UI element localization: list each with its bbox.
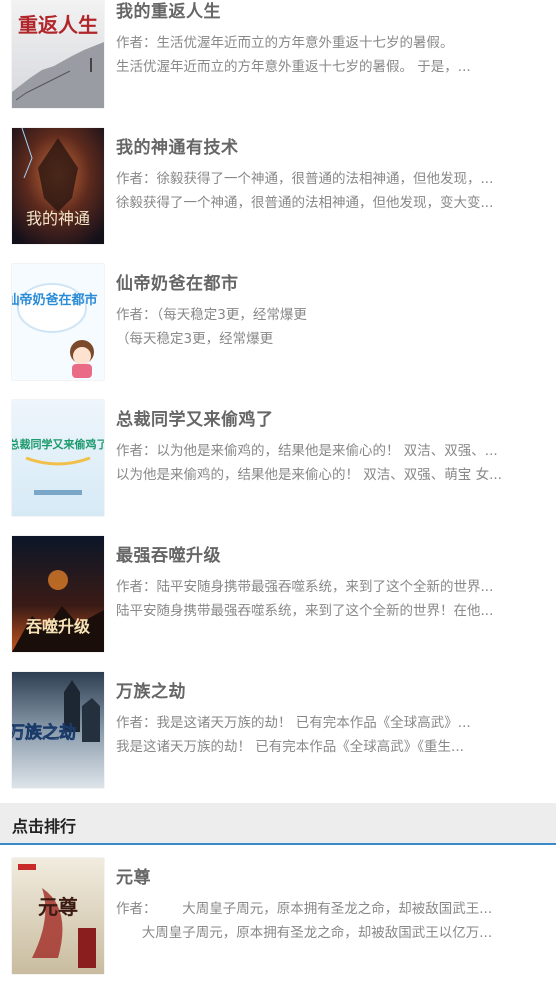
svg-text:元尊: 元尊: [38, 895, 78, 919]
book-cover[interactable]: 我的神通: [12, 128, 104, 244]
author-text: 我是这诸天万族的劫！ 已有完本作品《全球高武》...: [156, 715, 471, 731]
author-prefix: 作者：: [116, 443, 157, 459]
author-text: （每天稳定3更，经常爆更: [156, 307, 307, 323]
book-title[interactable]: 我的神通有技术: [116, 133, 239, 158]
author-prefix: 作者：: [116, 35, 157, 51]
svg-text:仙帝奶爸在都市: 仙帝奶爸在都市: [12, 292, 98, 308]
author-prefix: 作者：: [116, 715, 157, 731]
ranking-book-list: 元尊 元尊 作者： 大周皇子周元，原本拥有圣龙之命，却被敌国武王... 大周皇子…: [0, 834, 556, 974]
book-author: 作者：陆平安随身携带最强吞噬系统，来到了这个全新的世界...: [116, 575, 538, 595]
book-title[interactable]: 元尊: [116, 863, 151, 888]
book-cover[interactable]: 总裁同学又来偷鸡了: [12, 400, 104, 516]
svg-text:重返人生: 重返人生: [18, 13, 98, 37]
book-description: 生活优渥年近而立的方年意外重返十七岁的暑假。 于是，...: [116, 59, 471, 75]
book-item[interactable]: 仙帝奶爸在都市 仙帝奶爸在都市 作者：（每天稳定3更，经常爆更 （每天稳定3更，…: [0, 240, 556, 380]
book-description: 大周皇子周元，原本拥有圣龙之命，却被敌国武王以亿万...: [116, 925, 493, 941]
book-author: 作者： 大周皇子周元，原本拥有圣龙之命，却被敌国武王...: [116, 897, 538, 917]
book-description: 徐毅获得了一个神通，很普通的法相神通，但他发现，变大变...: [116, 195, 494, 211]
book-cover[interactable]: 元尊: [12, 858, 104, 974]
author-prefix: 作者：: [116, 307, 157, 323]
book-title[interactable]: 最强吞噬升级: [116, 541, 221, 566]
book-cover[interactable]: 万族之劫: [12, 672, 104, 788]
svg-text:吞噬升级: 吞噬升级: [26, 617, 91, 636]
book-description: 我是这诸天万族的劫！ 已有完本作品《全球高武》《重生...: [116, 739, 464, 755]
book-author: 作者：我是这诸天万族的劫！ 已有完本作品《全球高武》...: [116, 711, 538, 731]
author-prefix: 作者：: [116, 901, 157, 917]
book-author: 作者：徐毅获得了一个神通，很普通的法相神通，但他发现，...: [116, 167, 538, 187]
book-description: （每天稳定3更，经常爆更: [116, 331, 274, 347]
book-title[interactable]: 我的重返人生: [116, 0, 221, 22]
author-text: 生活优渥年近而立的方年意外重返十七岁的暑假。: [156, 35, 454, 51]
book-item[interactable]: 万族之劫 万族之劫 作者：我是这诸天万族的劫！ 已有完本作品《全球高武》... …: [0, 648, 556, 788]
svg-text:我的神通: 我的神通: [26, 209, 90, 228]
svg-text:万族之劫: 万族之劫: [12, 722, 76, 743]
book-title[interactable]: 总裁同学又来偷鸡了: [116, 405, 274, 430]
book-title[interactable]: 仙帝奶爸在都市: [116, 269, 239, 294]
book-item[interactable]: 吞噬升级 最强吞噬升级 作者：陆平安随身携带最强吞噬系统，来到了这个全新的世界.…: [0, 512, 556, 652]
book-author: 作者：以为他是来偷鸡的，结果他是来偷心的！ 双洁、双强、...: [116, 439, 538, 459]
author-text: 陆平安随身携带最强吞噬系统，来到了这个全新的世界...: [156, 579, 494, 595]
book-author: 作者：（每天稳定3更，经常爆更: [116, 303, 538, 323]
author-text: 徐毅获得了一个神通，很普通的法相神通，但他发现，...: [156, 171, 494, 187]
book-item[interactable]: 元尊 元尊 作者： 大周皇子周元，原本拥有圣龙之命，却被敌国武王... 大周皇子…: [0, 834, 556, 974]
book-cover[interactable]: 重返人生: [12, 0, 104, 108]
book-description: 以为他是来偷鸡的，结果他是来偷心的！ 双洁、双强、萌宝 女...: [116, 467, 502, 483]
author-text: 大周皇子周元，原本拥有圣龙之命，却被敌国武王...: [156, 901, 493, 917]
latest-book-list: 重返人生 我的重返人生 作者：生活优渥年近而立的方年意外重返十七岁的暑假。 生活…: [0, 0, 556, 788]
book-title[interactable]: 万族之劫: [116, 677, 186, 702]
svg-text:总裁同学又来偷鸡了: 总裁同学又来偷鸡了: [12, 437, 104, 451]
book-item[interactable]: 总裁同学又来偷鸡了 总裁同学又来偷鸡了 作者：以为他是来偷鸡的，结果他是来偷心的…: [0, 376, 556, 516]
author-text: 以为他是来偷鸡的，结果他是来偷心的！ 双洁、双强、...: [156, 443, 498, 459]
book-author: 作者：生活优渥年近而立的方年意外重返十七岁的暑假。: [116, 31, 538, 51]
book-item[interactable]: 我的神通 我的神通有技术 作者：徐毅获得了一个神通，很普通的法相神通，但他发现，…: [0, 104, 556, 244]
author-prefix: 作者：: [116, 579, 157, 595]
author-prefix: 作者：: [116, 171, 157, 187]
book-item[interactable]: 重返人生 我的重返人生 作者：生活优渥年近而立的方年意外重返十七岁的暑假。 生活…: [0, 0, 556, 108]
book-description: 陆平安随身携带最强吞噬系统，来到了这个全新的世界！在他...: [116, 603, 494, 619]
book-cover[interactable]: 吞噬升级: [12, 536, 104, 652]
book-cover[interactable]: 仙帝奶爸在都市: [12, 264, 104, 380]
